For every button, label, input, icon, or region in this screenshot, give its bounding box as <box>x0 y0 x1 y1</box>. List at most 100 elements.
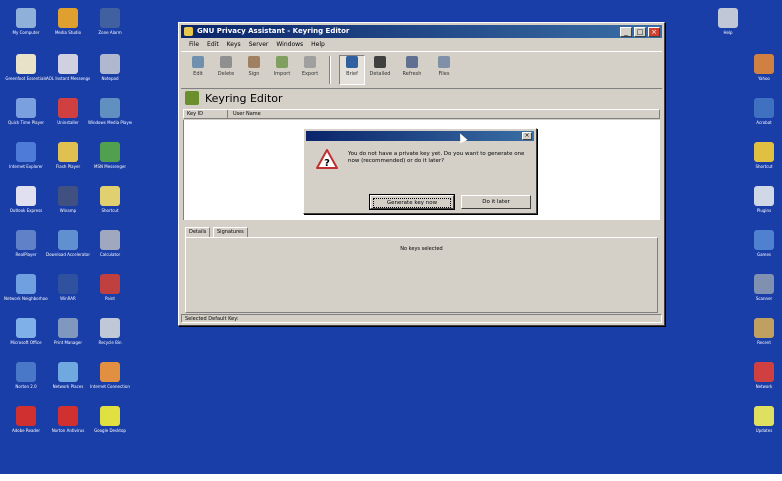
toolbar-refresh-button[interactable]: Refresh <box>399 56 425 78</box>
menu-help[interactable]: Help <box>311 39 325 50</box>
column-user-name[interactable]: User Name <box>230 110 261 118</box>
menu-server[interactable]: Server <box>249 39 269 50</box>
computer-icon <box>16 8 36 28</box>
desktop-icon-label: Quick Time Player <box>7 120 45 125</box>
desktop-icon[interactable]: Adobe Reader <box>4 406 48 433</box>
desktop-icon[interactable]: Plugins <box>742 186 782 213</box>
edit-icon <box>192 56 204 68</box>
refresh-icon <box>406 56 418 68</box>
desktop-icon[interactable]: Games <box>742 230 782 257</box>
desktop-icon[interactable]: Network Places <box>46 362 90 389</box>
desktop-icon-label: Winamp <box>59 208 77 213</box>
desktop-icon[interactable]: Zone Alarm <box>88 8 132 35</box>
star-icon <box>16 54 36 74</box>
desktop-icon[interactable]: My Computer <box>4 8 48 35</box>
desktop-icon[interactable]: Scanner <box>742 274 782 301</box>
toolbar-export-button[interactable]: Export <box>297 56 323 78</box>
winamp-icon <box>58 186 78 206</box>
desktop-icon-label: Zone Alarm <box>98 30 122 35</box>
desktop-icon[interactable]: Paint <box>88 274 132 301</box>
desktop-icon[interactable]: Notepad <box>88 54 132 81</box>
desktop-icon[interactable]: Shortcut <box>742 142 782 169</box>
mail-icon <box>16 186 36 206</box>
desktop-icon[interactable]: Greenfoot Essentials <box>4 54 48 81</box>
window-titlebar[interactable]: GNU Privacy Assistant - Keyring Editor _… <box>181 25 662 38</box>
desktop-icon[interactable]: Yahoo <box>742 54 782 81</box>
desktop-icon[interactable]: Shortcut <box>88 186 132 213</box>
desktop-icon[interactable]: Internet Connection <box>88 362 132 389</box>
toolbar-label: Brief <box>346 71 358 77</box>
do-it-later-button[interactable]: Do it later <box>461 195 531 209</box>
desktop-icon[interactable]: Microsoft Office <box>4 318 48 345</box>
desktop-icon[interactable]: Norton Antivirus <box>46 406 90 433</box>
toolbar-delete-button[interactable]: Delete <box>213 56 239 78</box>
desktop-icon[interactable]: Print Manager <box>46 318 90 345</box>
generate-key-now-button[interactable]: Generate key now <box>369 194 455 210</box>
desktop-icon[interactable]: Google Desktop <box>88 406 132 433</box>
toolbar-detailed-button[interactable]: Detailed <box>367 56 393 78</box>
desktop-icon[interactable]: Acrobat <box>742 98 782 125</box>
toolbar-edit-button[interactable]: Edit <box>185 56 211 78</box>
desktop-icon[interactable]: Winamp <box>46 186 90 213</box>
desktop-icon-label: Recent <box>757 340 771 345</box>
menu-windows[interactable]: Windows <box>276 39 303 50</box>
column-key-id[interactable]: Key ID <box>184 110 228 118</box>
toolbar-sign-button[interactable]: Sign <box>241 56 267 78</box>
desktop-icon-label: Uninstaller <box>57 120 79 125</box>
shield-icon <box>58 406 78 426</box>
toolbar-separator <box>329 56 331 84</box>
realplayer-icon <box>16 230 36 250</box>
desktop-icon[interactable]: Recent <box>742 318 782 345</box>
tab-signatures[interactable]: Signatures <box>213 227 248 237</box>
toolbar-brief-button[interactable]: Brief <box>339 55 365 85</box>
toolbar-label: Refresh <box>402 71 422 77</box>
desktop-icon[interactable]: Network Neighborhood <box>4 274 48 301</box>
close-button[interactable]: × <box>648 27 660 37</box>
desktop-icon[interactable]: Updates <box>742 406 782 433</box>
desktop-icon[interactable]: WinRAR <box>46 274 90 301</box>
dialog-close-button[interactable]: × <box>522 132 532 140</box>
desktop-icon[interactable]: Windows Media Player <box>88 98 132 125</box>
tab-details[interactable]: Details <box>185 227 211 237</box>
desktop-icon-label: Download Accelerator <box>46 252 90 257</box>
desktop-icon[interactable]: MSN Messenger <box>88 142 132 169</box>
dialog-titlebar[interactable]: × <box>306 131 534 141</box>
maximize-button[interactable]: □ <box>634 27 646 37</box>
desktop-icon-label: Help <box>723 30 733 35</box>
desktop-icon[interactable]: Recycle Bin <box>88 318 132 345</box>
paint-icon <box>100 274 120 294</box>
screen-border <box>0 474 782 481</box>
desktop-icon[interactable]: Internet Explorer <box>4 142 48 169</box>
toolbar-files-button[interactable]: Files <box>431 56 457 78</box>
minimize-button[interactable]: _ <box>620 27 632 37</box>
desktop-icon[interactable]: Norton 2.0 <box>4 362 48 389</box>
menu-file[interactable]: File <box>189 39 199 50</box>
desktop-icon[interactable]: Outlook Express <box>4 186 48 213</box>
desktop-icon[interactable]: AOL Instant Messenger <box>46 54 90 81</box>
desktop-icon[interactable]: Flash Player <box>46 142 90 169</box>
desktop-icon-label: Google Desktop <box>94 428 126 433</box>
toolbar-label: Edit <box>193 71 203 77</box>
details-body: No keys selected <box>185 237 658 313</box>
norton-icon <box>16 362 36 382</box>
desktop-icon[interactable]: Uninstaller <box>46 98 90 125</box>
menu-edit[interactable]: Edit <box>207 39 219 50</box>
network2-icon <box>754 362 774 382</box>
desktop-icon[interactable]: Network <box>742 362 782 389</box>
toolbar-import-button[interactable]: Import <box>269 56 295 78</box>
recycle-icon <box>100 318 120 338</box>
desktop-icon[interactable]: Help <box>706 8 750 35</box>
desktop-icon[interactable]: RealPlayer <box>4 230 48 257</box>
desktop-icon[interactable]: Calculator <box>88 230 132 257</box>
window-title: GNU Privacy Assistant - Keyring Editor <box>197 27 350 35</box>
desktop-icon[interactable]: Download Accelerator <box>46 230 90 257</box>
desktop-icon-label: Shortcut <box>101 208 119 213</box>
scanner-icon <box>754 274 774 294</box>
toolbar-label: Import <box>273 71 291 77</box>
acrobat-icon <box>754 98 774 118</box>
desktop-icon-label: Paint <box>105 296 115 301</box>
desktop-icon[interactable]: Quick Time Player <box>4 98 48 125</box>
desktop-icon[interactable]: Media Studio <box>46 8 90 35</box>
desktop-icon-label: Network Places <box>52 384 84 389</box>
menu-keys[interactable]: Keys <box>227 39 241 50</box>
